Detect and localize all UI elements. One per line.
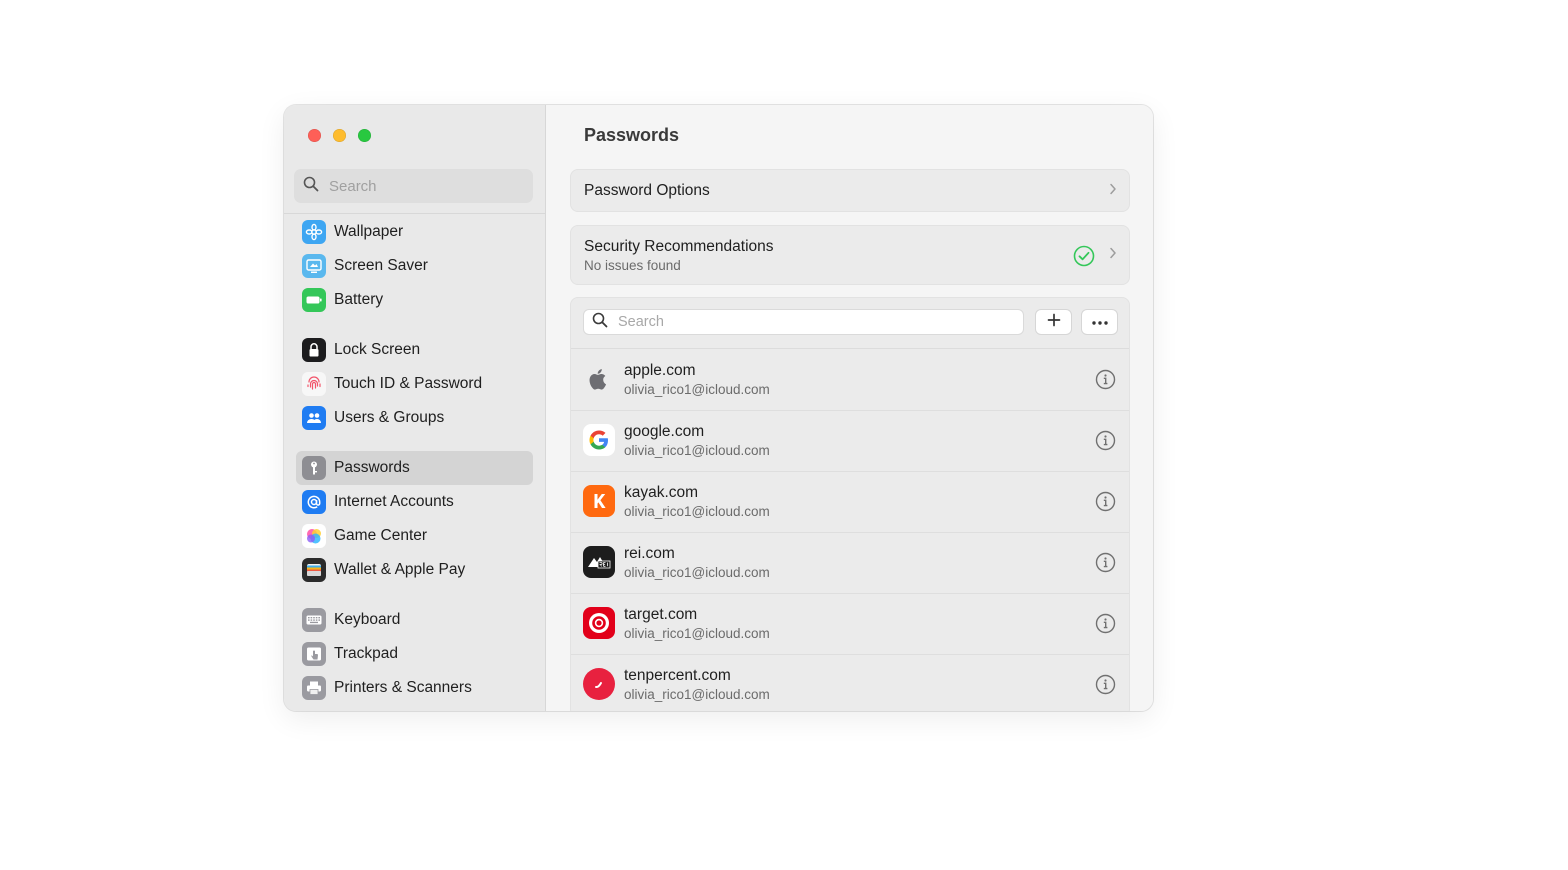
game-center-icon xyxy=(302,524,326,548)
sidebar-item-keyboard[interactable]: Keyboard xyxy=(296,603,533,637)
screen-saver-icon xyxy=(302,254,326,278)
tenpercent-logo-icon xyxy=(583,668,615,700)
sidebar-item-screen-saver[interactable]: Screen Saver xyxy=(296,249,533,283)
add-password-button[interactable] xyxy=(1035,309,1072,335)
info-icon[interactable] xyxy=(1095,491,1116,517)
security-status: No issues found xyxy=(584,258,681,273)
fingerprint-icon xyxy=(302,372,326,396)
at-icon xyxy=(302,490,326,514)
sidebar-item-touch-id[interactable]: Touch ID & Password xyxy=(296,367,533,401)
password-search-input[interactable] xyxy=(616,313,1000,331)
plus-icon xyxy=(1047,313,1061,332)
sidebar: Wallpaper Screen Saver Battery xyxy=(284,105,546,711)
site-domain: target.com xyxy=(624,606,698,623)
info-icon[interactable] xyxy=(1095,674,1116,700)
checkmark-circle-icon xyxy=(1073,245,1095,272)
chevron-right-icon xyxy=(1109,246,1117,264)
sidebar-item-trackpad[interactable]: Trackpad xyxy=(296,637,533,671)
page-title: Passwords xyxy=(584,125,680,145)
sidebar-item-label: Internet Accounts xyxy=(334,493,454,510)
sidebar-item-label: Screen Saver xyxy=(334,257,428,274)
password-entry-row[interactable]: target.com olivia_rico1@icloud.com xyxy=(571,593,1129,655)
site-username: olivia_rico1@icloud.com xyxy=(624,626,770,641)
search-icon xyxy=(592,312,608,333)
sidebar-item-wallet[interactable]: Wallet & Apple Pay xyxy=(296,553,533,587)
password-search[interactable] xyxy=(583,309,1024,335)
site-domain: rei.com xyxy=(624,545,675,562)
sidebar-item-battery[interactable]: Battery xyxy=(296,283,533,317)
sidebar-item-label: Wallet & Apple Pay xyxy=(334,561,466,578)
site-domain: google.com xyxy=(624,423,705,440)
wallet-icon xyxy=(302,558,326,582)
keyboard-icon xyxy=(302,608,326,632)
printer-icon xyxy=(302,676,326,700)
settings-window: Wallpaper Screen Saver Battery xyxy=(284,105,1153,711)
sidebar-item-label: Passwords xyxy=(334,459,410,476)
battery-icon xyxy=(302,288,326,312)
sidebar-item-internet-accounts[interactable]: Internet Accounts xyxy=(296,485,533,519)
google-logo-icon xyxy=(583,424,615,456)
list-toolbar xyxy=(571,298,1129,349)
sidebar-search-input[interactable] xyxy=(327,176,521,196)
sidebar-item-wallpaper[interactable]: Wallpaper xyxy=(296,215,533,249)
sidebar-item-label: Wallpaper xyxy=(334,223,404,240)
site-domain: kayak.com xyxy=(624,484,699,501)
sidebar-item-game-center[interactable]: Game Center xyxy=(296,519,533,553)
target-logo-icon xyxy=(583,607,615,639)
kayak-logo-icon xyxy=(583,485,615,517)
sidebar-item-label: Printers & Scanners xyxy=(334,679,472,696)
ellipsis-icon xyxy=(1091,313,1109,331)
security-title: Security Recommendations xyxy=(584,238,774,255)
sidebar-item-printers[interactable]: Printers & Scanners xyxy=(296,671,533,705)
window-controls xyxy=(308,129,371,142)
password-options-label: Password Options xyxy=(584,181,710,199)
password-entry-row[interactable]: apple.com olivia_rico1@icloud.com xyxy=(571,349,1129,411)
maximize-button[interactable] xyxy=(358,129,371,142)
password-entry-row[interactable]: tenpercent.com olivia_rico1@icloud.com xyxy=(571,654,1129,711)
site-username: olivia_rico1@icloud.com xyxy=(624,504,770,519)
sidebar-item-lock-screen[interactable]: Lock Screen xyxy=(296,333,533,367)
site-username: olivia_rico1@icloud.com xyxy=(624,443,770,458)
wallpaper-icon xyxy=(302,220,326,244)
info-icon[interactable] xyxy=(1095,369,1116,395)
site-username: olivia_rico1@icloud.com xyxy=(624,565,770,580)
sidebar-item-label: Touch ID & Password xyxy=(334,375,483,392)
close-button[interactable] xyxy=(308,129,321,142)
info-icon[interactable] xyxy=(1095,552,1116,578)
sidebar-item-label: Users & Groups xyxy=(334,409,445,426)
search-icon xyxy=(303,176,319,197)
info-icon[interactable] xyxy=(1095,613,1116,639)
sidebar-divider xyxy=(284,213,545,214)
site-username: olivia_rico1@icloud.com xyxy=(624,687,770,702)
password-entry-row[interactable]: rei.com olivia_rico1@icloud.com xyxy=(571,532,1129,594)
rei-logo-icon xyxy=(583,546,615,578)
site-username: olivia_rico1@icloud.com xyxy=(624,382,770,397)
main-panel: Passwords Password Options Security Reco… xyxy=(546,105,1153,711)
sidebar-item-label: Trackpad xyxy=(334,645,399,662)
minimize-button[interactable] xyxy=(333,129,346,142)
site-domain: tenpercent.com xyxy=(624,667,731,684)
more-options-button[interactable] xyxy=(1081,309,1118,335)
sidebar-item-label: Keyboard xyxy=(334,611,401,628)
sidebar-item-label: Battery xyxy=(334,291,384,308)
info-icon[interactable] xyxy=(1095,430,1116,456)
users-icon xyxy=(302,406,326,430)
trackpad-icon xyxy=(302,642,326,666)
passwords-list: apple.com olivia_rico1@icloud.com google… xyxy=(570,297,1130,711)
apple-logo-icon xyxy=(583,363,615,395)
security-recommendations-row[interactable]: Security Recommendations No issues found xyxy=(570,225,1130,285)
site-domain: apple.com xyxy=(624,362,696,379)
sidebar-search[interactable] xyxy=(294,169,533,203)
password-entry-row[interactable]: kayak.com olivia_rico1@icloud.com xyxy=(571,471,1129,533)
sidebar-item-label: Lock Screen xyxy=(334,341,421,358)
key-icon xyxy=(302,456,326,480)
sidebar-item-passwords[interactable]: Passwords xyxy=(296,451,533,485)
chevron-right-icon xyxy=(1109,182,1117,200)
password-entry-row[interactable]: google.com olivia_rico1@icloud.com xyxy=(571,410,1129,472)
password-options-row[interactable]: Password Options xyxy=(570,169,1130,212)
sidebar-item-label: Game Center xyxy=(334,527,428,544)
lock-icon xyxy=(302,338,326,362)
sidebar-item-users-groups[interactable]: Users & Groups xyxy=(296,401,533,435)
